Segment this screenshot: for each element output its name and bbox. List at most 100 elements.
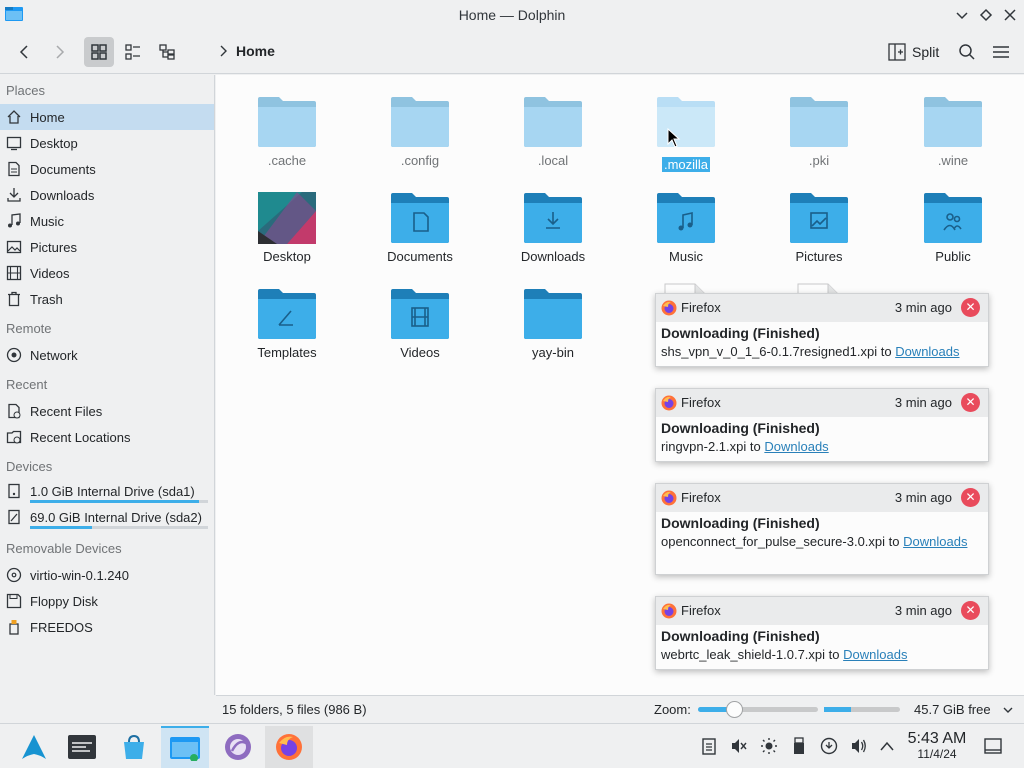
downloads-link[interactable]: Downloads [764, 439, 828, 454]
notification-popup[interactable]: Firefox 3 min ago ✕ Downloading (Finished) s… [655, 293, 989, 367]
sidebar-item-recent-files[interactable]: Recent Files [0, 398, 214, 424]
digital-clock[interactable]: 5:43 AM 11/4/24 [900, 730, 974, 761]
split-button[interactable]: Split [888, 37, 939, 67]
folder-icon [893, 87, 1013, 149]
section-removable: Removable Devices [6, 541, 122, 556]
volume-muted-icon[interactable] [730, 737, 748, 755]
close-icon[interactable]: ✕ [961, 488, 980, 507]
back-button[interactable] [10, 37, 40, 67]
sidebar-item-videos[interactable]: Videos [0, 260, 214, 286]
usb-device-icon[interactable] [790, 737, 808, 755]
file-item[interactable]: .wine [893, 87, 1013, 168]
menu-button[interactable] [986, 37, 1016, 67]
minimize-icon[interactable] [954, 7, 970, 23]
sidebar-item-documents[interactable]: Documents [0, 156, 214, 182]
sidebar-item-recent-locations[interactable]: Recent Locations [0, 424, 214, 450]
sidebar-item-virtio-win[interactable]: virtio-win-0.1.240 [0, 562, 214, 588]
file-item[interactable]: .config [360, 87, 480, 168]
chevron-down-icon[interactable] [1002, 704, 1014, 716]
taskbar-browser[interactable] [214, 726, 262, 768]
close-icon[interactable]: ✕ [961, 601, 980, 620]
clipboard-icon[interactable] [700, 737, 718, 755]
file-item[interactable]: Templates [227, 279, 347, 360]
section-devices: Devices [6, 459, 53, 474]
downloads-link[interactable]: Downloads [903, 534, 967, 549]
documents-folder-icon [360, 183, 480, 245]
file-item[interactable]: Documents [360, 183, 480, 264]
forward-button[interactable] [44, 37, 74, 67]
icons-view-button[interactable] [84, 37, 114, 67]
app-launcher-button[interactable] [10, 726, 58, 768]
details-view-button[interactable] [152, 37, 182, 67]
taskbar-dolphin[interactable] [161, 726, 209, 768]
brightness-icon[interactable] [760, 737, 778, 755]
file-item[interactable]: yay-bin [493, 279, 613, 360]
sidebar-item-label: 1.0 GiB Internal Drive (sda1) [30, 483, 195, 499]
file-item[interactable]: Music [626, 183, 746, 264]
sidebar-item-network[interactable]: Network [0, 342, 214, 368]
zoom-slider[interactable] [698, 701, 818, 718]
speaker-icon[interactable] [850, 737, 868, 755]
sidebar-item-desktop[interactable]: Desktop [0, 130, 214, 156]
file-name: Music [669, 249, 703, 264]
toolbar: Home Split [0, 30, 1024, 74]
file-item[interactable]: Downloads [493, 183, 613, 264]
notification-popup[interactable]: Firefox 3 min ago ✕ Downloading (Finished) w… [655, 596, 989, 670]
search-button[interactable] [952, 37, 982, 67]
firefox-icon [276, 734, 302, 760]
zoom-slider-handle[interactable] [726, 701, 743, 718]
show-desktop-icon[interactable] [984, 737, 1002, 755]
section-recent: Recent [6, 377, 48, 392]
compact-view-button[interactable] [118, 37, 148, 67]
sidebar-item-downloads[interactable]: Downloads [0, 182, 214, 208]
notification-app-name: Firefox [681, 300, 721, 315]
notification-popup[interactable]: Firefox 3 min ago ✕ Downloading (Finished) o… [655, 483, 989, 575]
breadcrumb[interactable]: Home [218, 43, 275, 59]
sidebar-item-music[interactable]: Music [0, 208, 214, 234]
sidebar-item-label: Recent Locations [30, 429, 131, 445]
file-item[interactable]: .local [493, 87, 613, 168]
notification-title: Downloading (Finished) [661, 515, 820, 531]
free-space-bar [824, 707, 900, 712]
file-name: Downloads [520, 249, 586, 264]
sidebar-item-floppy[interactable]: Floppy Disk [0, 588, 214, 614]
notification-popup[interactable]: Firefox 3 min ago ✕ Downloading (Finished) r… [655, 388, 989, 462]
taskbar-system-settings[interactable] [58, 726, 106, 768]
sidebar-item-freedos[interactable]: FREEDOS [0, 614, 214, 640]
downloads-link[interactable]: Downloads [895, 344, 959, 359]
network-status-icon[interactable] [820, 737, 838, 755]
music-folder-icon [626, 183, 746, 245]
taskbar-discover[interactable] [110, 726, 158, 768]
sidebar-item-label: Desktop [30, 135, 78, 151]
notification-text: shs_vpn_v_0_1_6-0.1.7resigned1.xpi to Do… [661, 343, 983, 361]
maximize-icon[interactable] [978, 7, 994, 23]
close-icon[interactable]: ✕ [961, 298, 980, 317]
sidebar-item-label: Music [30, 213, 64, 229]
clock-date: 11/4/24 [917, 747, 957, 761]
file-item[interactable]: .pki [759, 87, 879, 168]
file-name: .pki [808, 153, 830, 168]
desktop-icon [6, 135, 22, 151]
sidebar-item-pictures[interactable]: Pictures [0, 234, 214, 260]
file-item[interactable]: Videos [360, 279, 480, 360]
notification-text: webrtc_leak_shield-1.0.7.xpi to Download… [661, 646, 983, 664]
sidebar-item-trash[interactable]: Trash [0, 286, 214, 312]
mouse-cursor-icon [667, 127, 681, 151]
chevron-up-icon[interactable] [878, 737, 896, 755]
notification-header: Firefox 3 min ago ✕ [656, 484, 988, 512]
file-item[interactable]: Pictures [759, 183, 879, 264]
file-item[interactable]: .mozilla [626, 87, 746, 172]
file-item[interactable]: .cache [227, 87, 347, 168]
templates-folder-icon [227, 279, 347, 341]
file-item[interactable]: Public [893, 183, 1013, 264]
breadcrumb-home[interactable]: Home [236, 43, 275, 59]
file-item[interactable]: Desktop [227, 183, 347, 264]
close-icon[interactable]: ✕ [961, 393, 980, 412]
drive-usage-bar-sda1 [30, 500, 208, 503]
sidebar-item-label: 69.0 GiB Internal Drive (sda2) [30, 509, 202, 525]
sidebar-item-label: Recent Files [30, 403, 103, 419]
downloads-link[interactable]: Downloads [843, 647, 907, 662]
taskbar-firefox[interactable] [265, 726, 313, 768]
close-window-icon[interactable] [1002, 7, 1018, 23]
sidebar-item-home[interactable]: Home [0, 104, 214, 130]
